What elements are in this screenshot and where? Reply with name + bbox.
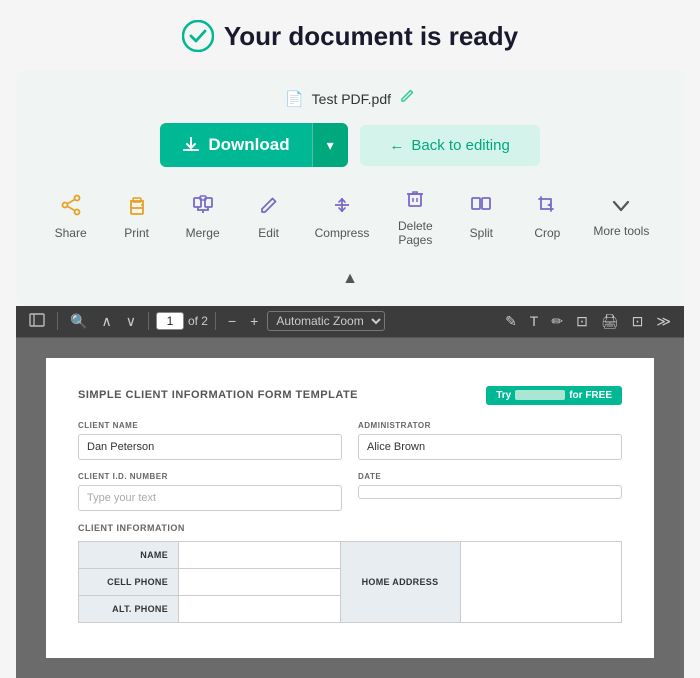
id-date-fields: CLIENT I.D. NUMBER Type your text DATE xyxy=(78,472,622,511)
home-address-cell: HOME ADDRESS xyxy=(340,541,460,622)
tool-split[interactable]: Split xyxy=(451,188,511,246)
name-label-cell: NAME xyxy=(79,541,179,568)
table-row: NAME HOME ADDRESS xyxy=(79,541,622,568)
delete-pages-label: DeletePages xyxy=(398,219,433,248)
sidebar-toggle-button[interactable] xyxy=(24,310,50,333)
client-id-field: CLIENT I.D. NUMBER Type your text xyxy=(78,472,342,511)
form-title: SIMPLE CLIENT INFORMATION FORM TEMPLATE xyxy=(78,389,358,401)
next-page-button[interactable]: ∨ xyxy=(121,310,141,333)
print-toolbar-button[interactable]: 🖨 xyxy=(596,310,624,333)
tool-merge[interactable]: Merge xyxy=(173,188,233,246)
document-card: 📄 Test PDF.pdf Download ▾ xyxy=(16,70,684,306)
header-section: Your document is ready xyxy=(182,20,518,52)
administrator-value: Alice Brown xyxy=(358,434,622,460)
alt-phone-value-cell xyxy=(179,595,341,622)
download-toolbar-button[interactable]: ⊡ xyxy=(627,310,649,333)
merge-icon xyxy=(192,194,214,222)
download-button[interactable]: Download xyxy=(160,123,311,167)
edit-label: Edit xyxy=(258,226,279,240)
edit-filename-button[interactable] xyxy=(399,88,415,109)
client-admin-fields: CLIENT NAME Dan Peterson ADMINISTRATOR A… xyxy=(78,421,622,460)
split-label: Split xyxy=(470,226,493,240)
filename-row: 📄 Test PDF.pdf xyxy=(285,88,415,109)
image-button[interactable]: ⊡ xyxy=(571,310,593,333)
download-dropdown-button[interactable]: ▾ xyxy=(312,123,348,167)
print-icon xyxy=(126,194,148,222)
pdf-content-area: SIMPLE CLIENT INFORMATION FORM TEMPLATE … xyxy=(16,338,684,678)
client-info-table: NAME HOME ADDRESS CELL PHONE ALT. PHONE xyxy=(78,541,622,623)
try-badge: Try for FREE xyxy=(486,386,622,405)
try-badge-blank xyxy=(515,390,565,400)
zoom-out-button[interactable]: − xyxy=(223,310,241,332)
tool-share[interactable]: Share xyxy=(41,188,101,246)
delete-icon xyxy=(404,187,426,215)
client-name-field: CLIENT NAME Dan Peterson xyxy=(78,421,342,460)
share-label: Share xyxy=(55,226,87,240)
back-arrow-icon: ← xyxy=(389,137,404,154)
download-split-button: Download ▾ xyxy=(160,123,347,167)
alt-phone-label-cell: ALT. PHONE xyxy=(79,595,179,622)
edit-icon xyxy=(258,194,280,222)
print-label: Print xyxy=(124,226,149,240)
name-value-cell xyxy=(179,541,341,568)
date-label: DATE xyxy=(358,472,622,481)
prev-page-button[interactable]: ∧ xyxy=(96,310,116,333)
pdf-viewer: 🔍 ∧ ∨ of 2 − + Automatic Zoom ✎ T ✏ ⊡ 🖨 … xyxy=(16,306,684,678)
administrator-label: ADMINISTRATOR xyxy=(358,421,622,430)
home-address-value-cell xyxy=(460,541,622,622)
date-field: DATE xyxy=(358,472,622,511)
pdf-toolbar: 🔍 ∧ ∨ of 2 − + Automatic Zoom ✎ T ✏ ⊡ 🖨 … xyxy=(16,306,684,338)
tool-crop[interactable]: Crop xyxy=(517,188,577,246)
compress-icon xyxy=(331,194,353,222)
check-circle-icon xyxy=(182,20,214,52)
back-to-editing-button[interactable]: ← Back to editing xyxy=(360,125,540,166)
tool-compress[interactable]: Compress xyxy=(305,188,380,246)
pdf-page: SIMPLE CLIENT INFORMATION FORM TEMPLATE … xyxy=(46,358,654,658)
toolbar-icon-group: ✎ T ✏ ⊡ 🖨 ⊡ ≫ xyxy=(500,310,676,333)
zoom-select[interactable]: Automatic Zoom xyxy=(267,311,385,331)
more-tools-label: More tools xyxy=(593,224,649,238)
toolbar-divider-2 xyxy=(148,312,149,330)
administrator-field: ADMINISTRATOR Alice Brown xyxy=(358,421,622,460)
filename-text: Test PDF.pdf xyxy=(312,91,391,107)
page-number-input[interactable] xyxy=(156,312,184,330)
crop-icon xyxy=(536,194,558,222)
collapse-row: ▲ xyxy=(40,268,660,290)
compress-label: Compress xyxy=(315,226,370,240)
zoom-in-button[interactable]: + xyxy=(245,310,263,332)
zoom-in-toolbar-button[interactable]: 🔍 xyxy=(65,310,92,333)
date-value xyxy=(358,485,622,499)
collapse-button[interactable]: ▲ xyxy=(342,270,358,288)
client-name-value: Dan Peterson xyxy=(78,434,342,460)
annotate-button[interactable]: ✎ xyxy=(500,310,522,333)
crop-label: Crop xyxy=(534,226,560,240)
tool-edit[interactable]: Edit xyxy=(239,188,299,246)
merge-label: Merge xyxy=(186,226,220,240)
client-id-label: CLIENT I.D. NUMBER xyxy=(78,472,342,481)
draw-button[interactable]: ✏ xyxy=(546,310,568,333)
toolbar-divider-3 xyxy=(215,312,216,330)
page-title: Your document is ready xyxy=(224,21,518,52)
split-icon xyxy=(470,194,492,222)
tool-delete-pages[interactable]: DeletePages xyxy=(385,181,445,254)
toolbar-divider xyxy=(57,312,58,330)
tools-row: Share Print xyxy=(40,181,660,254)
form-header-row: SIMPLE CLIENT INFORMATION FORM TEMPLATE … xyxy=(78,386,622,405)
page-total-label: of 2 xyxy=(188,314,208,328)
text-button[interactable]: T xyxy=(525,310,544,332)
action-buttons-row: Download ▾ ← Back to editing xyxy=(160,123,539,167)
more-tools-icon xyxy=(610,197,632,220)
cell-phone-label-cell: CELL PHONE xyxy=(79,568,179,595)
client-name-label: CLIENT NAME xyxy=(78,421,342,430)
client-info-section-label: CLIENT INFORMATION xyxy=(78,523,622,533)
cell-phone-value-cell xyxy=(179,568,341,595)
tool-more[interactable]: More tools xyxy=(583,191,659,244)
client-id-value: Type your text xyxy=(78,485,342,511)
tool-print[interactable]: Print xyxy=(107,188,167,246)
share-icon xyxy=(60,194,82,222)
more-toolbar-button[interactable]: ≫ xyxy=(651,310,676,333)
file-icon: 📄 xyxy=(285,90,304,108)
